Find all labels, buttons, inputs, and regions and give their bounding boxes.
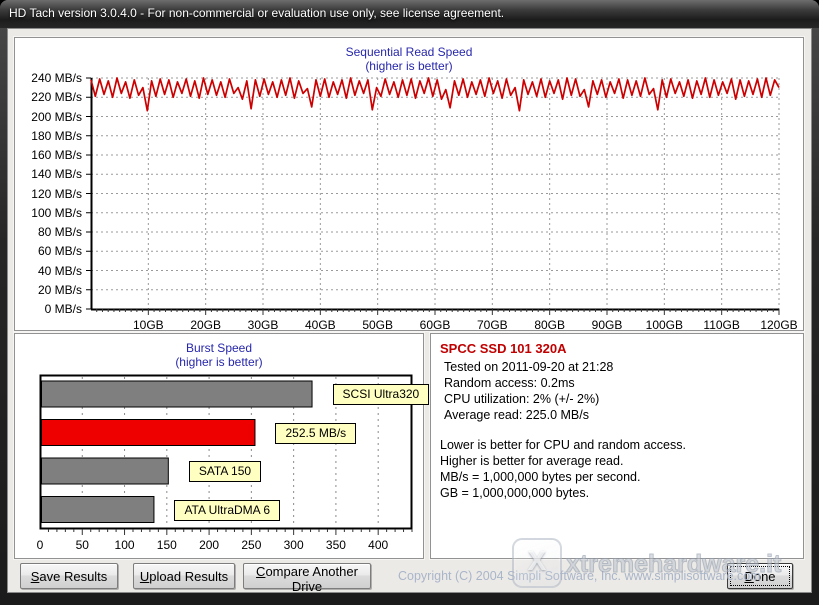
note-mbs-definition: MB/s = 1,000,000 bytes per second.: [440, 469, 795, 485]
app-window: HD Tach version 3.0.4.0 - For non-commer…: [0, 0, 819, 605]
y-axis-tick-label: 160 MB/s: [15, 148, 82, 162]
y-axis-tick-label: 100 MB/s: [15, 206, 82, 220]
copyright-text: Copyright (C) 2004 Simpli Software, Inc.…: [398, 569, 761, 583]
drive-info-panel: SPCC SSD 101 320A Tested on 2011-09-20 a…: [430, 333, 804, 559]
bar-label: ATA UltraDMA 6: [174, 500, 280, 521]
average-read-line: Average read: 225.0 MB/s: [440, 407, 795, 423]
save-results-button[interactable]: Save Results: [20, 563, 118, 589]
burst-x-tick-label: 50: [62, 538, 102, 552]
sequential-read-plot: [81, 74, 789, 327]
y-axis-tick-label: 60 MB/s: [15, 244, 82, 258]
burst-x-tick-label: 0: [20, 538, 60, 552]
note-average-read: Higher is better for average read.: [440, 453, 795, 469]
upload-results-button[interactable]: Upload Results: [133, 563, 235, 589]
x-axis-tick-label: 90GB: [581, 318, 633, 332]
x-axis-tick-label: 50GB: [352, 318, 404, 332]
y-axis-tick-label: 40 MB/s: [15, 264, 82, 278]
y-axis-tick-label: 200 MB/s: [15, 110, 82, 124]
sequential-read-panel: Sequential Read Speed (higher is better)…: [14, 37, 804, 331]
burst-x-tick-label: 300: [274, 538, 314, 552]
y-axis-tick-label: 80 MB/s: [15, 225, 82, 239]
y-axis-tick-label: 0 MB/s: [15, 302, 82, 316]
x-axis-tick-label: 100GB: [638, 318, 690, 332]
note-gb-definition: GB = 1,000,000,000 bytes.: [440, 485, 795, 501]
bar-label: SATA 150: [189, 461, 261, 482]
y-axis-tick-label: 20 MB/s: [15, 283, 82, 297]
burst-x-tick-label: 400: [358, 538, 398, 552]
x-axis-tick-label: 120GB: [753, 318, 805, 332]
x-axis-tick-label: 110GB: [696, 318, 748, 332]
burst-x-tick-label: 100: [105, 538, 145, 552]
sequential-read-title: Sequential Read Speed: [15, 45, 803, 59]
drive-name: SPCC SSD 101 320A: [440, 341, 795, 356]
bar-label: 252.5 MB/s: [275, 423, 356, 444]
bar-label: SCSI Ultra320: [333, 384, 430, 405]
burst-x-tick-label: 350: [316, 538, 356, 552]
title-bar: HD Tach version 3.0.4.0 - For non-commer…: [0, 0, 819, 28]
x-axis-tick-label: 10GB: [122, 318, 174, 332]
burst-x-tick-label: 200: [189, 538, 229, 552]
burst-x-tick-label: 150: [147, 538, 187, 552]
burst-speed-subtitle: (higher is better): [15, 355, 423, 369]
x-axis-tick-label: 80GB: [524, 318, 576, 332]
x-axis-tick-label: 20GB: [180, 318, 232, 332]
y-axis-tick-label: 120 MB/s: [15, 187, 82, 201]
tested-on-line: Tested on 2011-09-20 at 21:28: [440, 359, 795, 375]
burst-speed-panel: Burst Speed (higher is better) SCSI Ultr…: [14, 333, 424, 559]
note-cpu-random: Lower is better for CPU and random acces…: [440, 437, 795, 453]
y-axis-tick-label: 220 MB/s: [15, 90, 82, 104]
burst-x-tick-label: 250: [231, 538, 271, 552]
cpu-utilization-line: CPU utilization: 2% (+/- 2%): [440, 391, 795, 407]
x-axis-tick-label: 40GB: [294, 318, 346, 332]
burst-speed-title: Burst Speed: [15, 341, 423, 355]
x-axis-tick-label: 70GB: [466, 318, 518, 332]
random-access-line: Random access: 0.2ms: [440, 375, 795, 391]
compare-another-drive-button[interactable]: Compare Another Drive: [243, 563, 371, 589]
sequential-read-subtitle: (higher is better): [15, 59, 803, 73]
x-axis-tick-label: 60GB: [409, 318, 461, 332]
y-axis-tick-label: 140 MB/s: [15, 167, 82, 181]
y-axis-tick-label: 240 MB/s: [15, 71, 82, 85]
client-area: Sequential Read Speed (higher is better)…: [7, 28, 812, 593]
y-axis-tick-label: 180 MB/s: [15, 129, 82, 143]
window-title: HD Tach version 3.0.4.0 - For non-commer…: [9, 6, 504, 20]
x-axis-tick-label: 30GB: [237, 318, 289, 332]
